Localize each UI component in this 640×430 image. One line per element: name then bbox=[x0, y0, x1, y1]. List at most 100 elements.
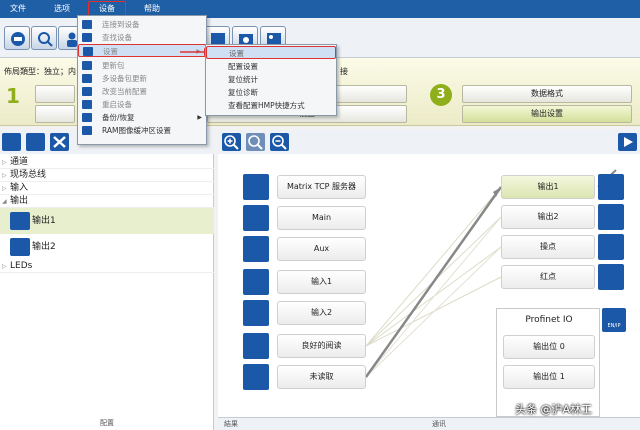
enip-button[interactable] bbox=[26, 133, 45, 151]
node-aux[interactable]: Aux bbox=[243, 236, 366, 262]
node-input2[interactable]: 输入2 bbox=[243, 300, 366, 326]
menu-item-label: RAM图像缓冲区设置 bbox=[102, 126, 172, 135]
chevron-down-icon: ◢ bbox=[2, 198, 7, 205]
config-icon bbox=[82, 87, 92, 96]
menu-item-label: 更新包 bbox=[102, 61, 125, 70]
step-1-number: 1 bbox=[6, 84, 20, 108]
device-menu: 连接到设备 查找设备 设置 ▶ 更新包 多设备包更新 改变当前配置 重启设备 备份… bbox=[77, 15, 207, 145]
out-trigger-point[interactable]: 操点 bbox=[501, 234, 624, 260]
submenu-item-hmp-shortcut[interactable]: 查看配置HMP快捷方式 bbox=[206, 99, 336, 112]
node-input1[interactable]: 输入1 bbox=[243, 269, 366, 295]
node-no-read[interactable]: 未读取 bbox=[243, 364, 366, 390]
menu-item-label: 重启设备 bbox=[102, 100, 132, 109]
node-label: Main bbox=[277, 206, 366, 230]
menu-item-label: 多设备包更新 bbox=[102, 74, 147, 83]
menu-item-connect[interactable]: 连接到设备 bbox=[78, 18, 206, 31]
node-label: 输入2 bbox=[277, 301, 366, 325]
profinet-output-bit-0[interactable]: 输出位 0 bbox=[503, 335, 595, 359]
delete-button[interactable] bbox=[50, 133, 69, 151]
multi-update-icon bbox=[82, 74, 92, 83]
tree-item-channel[interactable]: ▷ 通道 bbox=[0, 156, 214, 169]
menu-item-ram-buffer[interactable]: RAM图像缓冲区设置 bbox=[78, 124, 206, 137]
chevron-right-icon: ▷ bbox=[2, 185, 7, 192]
output-icon bbox=[598, 264, 624, 290]
tree-item-output2[interactable]: 输出2 bbox=[0, 234, 214, 260]
menu-item-label: 连接到设备 bbox=[102, 20, 140, 29]
diagram-panel: Matrix TCP 服务器 Main Aux 输入1 输入2 良好的阅读 未读… bbox=[218, 130, 640, 417]
input-icon bbox=[243, 300, 269, 326]
tree-item-output1[interactable]: 输出1 bbox=[0, 208, 214, 234]
submenu-item-settings[interactable]: 设置 bbox=[206, 46, 336, 59]
settings-icon bbox=[83, 47, 93, 56]
menu-item-label: 设置 bbox=[103, 47, 118, 56]
step1-button-top[interactable] bbox=[35, 85, 75, 103]
find-device-button[interactable] bbox=[31, 26, 57, 50]
out-red-point[interactable]: 红点 bbox=[501, 264, 624, 290]
chevron-right-icon: ▷ bbox=[2, 263, 7, 270]
out-output1[interactable]: 输出1 bbox=[501, 174, 624, 200]
menu-item-change-config[interactable]: 改变当前配置 bbox=[78, 85, 206, 98]
menu-item-label: 备份/恢复 bbox=[102, 113, 135, 122]
tree-item-output[interactable]: ◢ 输出 bbox=[0, 195, 214, 208]
profinet-title: Profinet IO bbox=[525, 315, 573, 325]
menu-item-multi-update[interactable]: 多设备包更新 bbox=[78, 72, 206, 85]
config-tree: ▷ 通道 ▷ 现场总线 ▷ 输入 ◢ 输出 输出1 输出2 ▷ LEDs bbox=[0, 156, 214, 273]
chevron-right-icon: ▷ bbox=[2, 159, 7, 166]
output-label: 红点 bbox=[501, 265, 595, 289]
menu-options[interactable]: 选项 bbox=[44, 0, 80, 18]
submenu-item-config-settings[interactable]: 配置设置 bbox=[206, 60, 336, 73]
tree-item-label: 通道 bbox=[10, 157, 29, 167]
menu-item-backup[interactable]: 备份/恢复 ▶ bbox=[78, 111, 206, 124]
output-icon bbox=[598, 204, 624, 230]
event-icon bbox=[243, 333, 269, 359]
menu-item-find[interactable]: 查找设备 bbox=[78, 31, 206, 44]
device-icon bbox=[243, 174, 269, 200]
input-icon bbox=[243, 269, 269, 295]
search-icon bbox=[82, 33, 92, 42]
connect-icon bbox=[11, 32, 25, 46]
submenu-arrow-icon: ▶ bbox=[197, 114, 202, 121]
device-icon bbox=[243, 236, 269, 262]
output-label: 输出1 bbox=[501, 175, 595, 199]
result-tab[interactable]: 結果 bbox=[224, 419, 238, 429]
submenu-item-reset-stats[interactable]: 复位统计 bbox=[206, 73, 336, 86]
tree-item-input[interactable]: ▷ 输入 bbox=[0, 182, 214, 195]
add-output-button[interactable] bbox=[2, 133, 21, 151]
node-tcp-server[interactable]: Matrix TCP 服务器 bbox=[243, 174, 366, 200]
step1-button-bottom[interactable] bbox=[35, 105, 75, 123]
config-tree-panel: ▷ 通道 ▷ 现场总线 ▷ 输入 ◢ 输出 输出1 输出2 ▷ LEDs 配置 bbox=[0, 130, 214, 430]
node-label: Aux bbox=[277, 237, 366, 261]
node-good-read[interactable]: 良好的阅读 bbox=[243, 333, 366, 359]
settings-submenu: 设置 配置设置 复位统计 复位诊断 查看配置HMP快捷方式 bbox=[205, 44, 337, 116]
comm-tab[interactable]: 通讯 bbox=[432, 419, 446, 429]
profinet-output-bit-1[interactable]: 输出位 1 bbox=[503, 365, 595, 389]
menu-file[interactable]: 文件 bbox=[0, 0, 36, 18]
layout-label: 佈局類型：独立；内 bbox=[4, 67, 76, 76]
output-settings-button[interactable]: 输出设置 bbox=[462, 105, 632, 123]
tree-item-label: 输出1 bbox=[32, 216, 56, 226]
enip-icon[interactable]: EN/IP bbox=[602, 308, 626, 332]
status-bar: 結果 通讯 bbox=[218, 417, 640, 430]
tree-item-fieldbus[interactable]: ▷ 现场总线 bbox=[0, 169, 214, 182]
tree-item-label: 现场总线 bbox=[10, 170, 47, 180]
node-main[interactable]: Main bbox=[243, 205, 366, 231]
output-icon bbox=[598, 174, 624, 200]
close-icon bbox=[53, 136, 66, 148]
tree-item-label: 输入 bbox=[10, 183, 29, 193]
menu-item-label: 查找设备 bbox=[102, 33, 132, 42]
output-icon bbox=[10, 212, 30, 230]
menu-item-update[interactable]: 更新包 bbox=[78, 59, 206, 72]
output-label: 操点 bbox=[501, 235, 595, 259]
submenu-item-reset-diag[interactable]: 复位诊断 bbox=[206, 86, 336, 99]
layout-label-right: 接 bbox=[340, 67, 348, 76]
output-icon bbox=[598, 234, 624, 260]
output-icon bbox=[10, 238, 30, 256]
tree-item-leds[interactable]: ▷ LEDs bbox=[0, 260, 214, 273]
menu-item-restart[interactable]: 重启设备 bbox=[78, 98, 206, 111]
out-output2[interactable]: 输出2 bbox=[501, 204, 624, 230]
node-label: 输入1 bbox=[277, 270, 366, 294]
connect-device-button[interactable] bbox=[4, 26, 30, 50]
ram-icon bbox=[82, 126, 92, 135]
data-format-button[interactable]: 数据格式 bbox=[462, 85, 632, 103]
search-icon bbox=[38, 32, 53, 47]
